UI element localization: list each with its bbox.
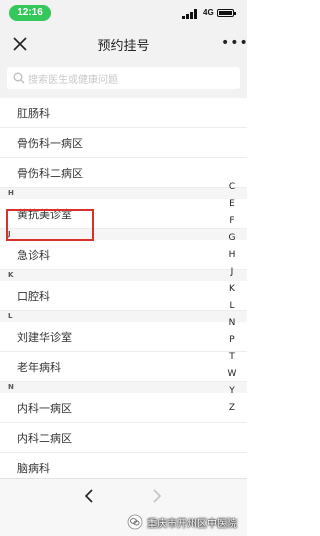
wechat-icon — [127, 514, 143, 530]
index-letter[interactable]: Z — [224, 403, 240, 413]
section-header: K — [0, 270, 247, 281]
index-letter[interactable]: H — [224, 250, 240, 260]
page-title: 预约挂号 — [97, 39, 150, 54]
signal-icon — [182, 9, 197, 19]
list-item[interactable]: 急诊科 — [0, 240, 247, 270]
watermark-text: 重庆市开州区中医院 — [147, 519, 237, 530]
status-time: 12:16 — [9, 5, 51, 21]
list-item[interactable]: 骨伤科一病区 — [0, 128, 247, 158]
index-letter[interactable]: E — [224, 199, 240, 209]
search-icon — [13, 72, 25, 84]
nav-bar: 预约挂号 ••• — [0, 24, 249, 64]
index-letter[interactable]: W — [224, 369, 240, 379]
highlight-box — [6, 209, 94, 241]
section-header: N — [0, 382, 247, 393]
status-bar: 12:16 4G — [0, 0, 247, 24]
index-letter[interactable]: F — [224, 216, 240, 226]
index-letter[interactable]: P — [224, 335, 240, 345]
search-bar: 搜索医生或健康问题 — [0, 64, 247, 98]
list-item[interactable]: 内科一病区 — [0, 393, 247, 423]
index-letter[interactable]: J — [224, 267, 240, 277]
section-header: H — [0, 188, 247, 199]
battery-icon — [217, 9, 236, 17]
list-item[interactable]: 骨伤科二病区 — [0, 158, 247, 188]
index-letter[interactable]: L — [224, 301, 240, 311]
back-arrow-icon[interactable] — [84, 489, 96, 503]
index-letter[interactable]: Y — [224, 386, 240, 396]
list-item[interactable]: 内科二病区 — [0, 423, 247, 453]
bottom-toolbar: 重庆市开州区中医院 — [0, 478, 247, 536]
list-item[interactable]: 刘建华诊室 — [0, 322, 247, 352]
index-letter[interactable]: K — [224, 284, 240, 294]
section-header: L — [0, 311, 247, 322]
search-placeholder: 搜索医生或健康问题 — [28, 75, 118, 86]
list-item[interactable]: 口腔科 — [0, 281, 247, 311]
index-letter[interactable]: G — [224, 233, 240, 243]
network-label: 4G — [203, 8, 214, 17]
index-letter[interactable]: C — [224, 182, 240, 192]
list-item[interactable]: 肛肠科 — [0, 98, 247, 128]
forward-arrow-icon[interactable] — [150, 489, 162, 503]
search-input[interactable]: 搜索医生或健康问题 — [7, 67, 240, 89]
list-item[interactable]: 老年病科 — [0, 352, 247, 382]
index-letter[interactable]: N — [224, 318, 240, 328]
index-letter[interactable]: T — [224, 352, 240, 362]
more-icon[interactable]: ••• — [221, 35, 249, 51]
